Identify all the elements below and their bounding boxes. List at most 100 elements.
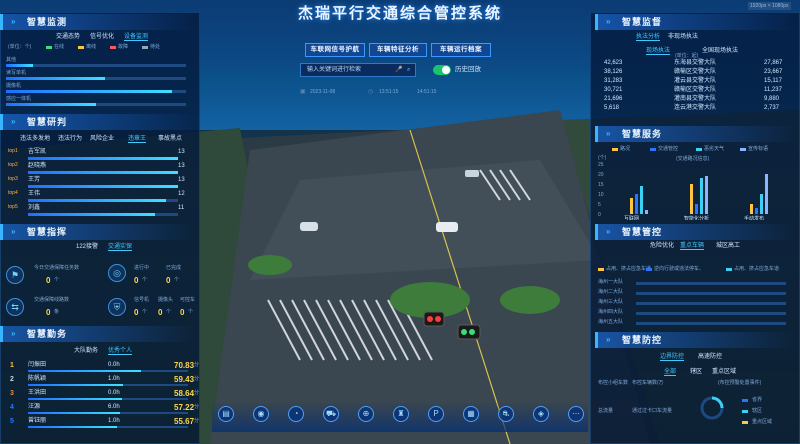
chevron-icon: » [11, 227, 17, 236]
rank-bar [28, 157, 178, 160]
tab-122-alarm[interactable]: 122接警 [76, 241, 98, 250]
tab-top-person[interactable]: 优秀个人 [108, 345, 133, 355]
score-bar-fill [28, 412, 120, 414]
score-bar [28, 412, 188, 414]
microphone-icon[interactable]: 🎤 [395, 67, 402, 73]
parking-icon[interactable]: P [428, 406, 444, 422]
time-to-field[interactable]: 14:51:15 [417, 90, 436, 95]
monitor-unit: (单位：个) [8, 44, 32, 50]
history-toggle[interactable] [433, 65, 451, 75]
control-section-title: » 智慧管控 [595, 224, 795, 240]
device-label: 其他 [6, 57, 17, 63]
time-from-field[interactable]: 13:51:15 [379, 90, 398, 95]
tab-violation-spot[interactable]: 违法多发地 [20, 133, 50, 142]
left-value: 38,126 [604, 69, 623, 75]
tab-enforcement[interactable]: 执法分析 [636, 31, 661, 41]
stat-label: 摄像头 [158, 297, 174, 303]
count-value: 11 [178, 205, 185, 211]
left-value: 30,721 [604, 87, 623, 93]
bar-交通管控 [635, 194, 638, 214]
control-bar [636, 322, 786, 325]
tab-urban[interactable]: 城区高工 [716, 240, 740, 249]
legend-swatch [740, 148, 746, 151]
signal-escort-button[interactable]: 车联网信号护航 [305, 43, 365, 57]
stat-label: 可控车 [180, 297, 196, 303]
speedometer-icon[interactable]: ◔ [288, 406, 304, 422]
more-icon[interactable]: ⋯ [568, 406, 584, 422]
legend-online: 在线 [54, 44, 65, 50]
duty-score: 55.67 [174, 417, 195, 426]
stat-unit: 个 [142, 277, 148, 283]
tab-risk-company[interactable]: 风险企业 [90, 133, 114, 142]
tab-key-area[interactable]: 重点区域 [712, 366, 736, 375]
legend-swatch [142, 46, 148, 49]
vehicle-icon[interactable]: ⛐ [498, 406, 514, 422]
legend-swatch [742, 421, 748, 424]
y-tick-label: 5 [598, 202, 601, 208]
score-bar [28, 384, 188, 386]
legend-swatch [110, 46, 116, 49]
team-name: 灌南县交警大队 [674, 96, 717, 102]
person-name: 刘鑫 [28, 205, 41, 211]
stat-label: 交通保障线路数 [34, 297, 70, 303]
tab-traffic-guard[interactable]: 交通实保 [108, 241, 133, 251]
vehicle-feature-button[interactable]: 车辆特征分析 [369, 43, 427, 57]
legend-emergency-2: 占用、挤占应急车道 [734, 266, 780, 272]
right-value: 27,867 [764, 60, 783, 66]
rank-label: top5 [8, 204, 18, 210]
tab-device[interactable]: 设备监测 [124, 31, 149, 41]
police-icon[interactable]: ♜ [393, 406, 409, 422]
y-tick-label: 10 [598, 192, 604, 198]
bar-路况 [690, 184, 693, 214]
camera-icon[interactable]: ◉ [253, 406, 269, 422]
tab-team-duty[interactable]: 大队勤务 [74, 345, 98, 354]
tab-violation-type[interactable]: 违法行为 [58, 133, 82, 142]
location-icon[interactable]: ◈ [533, 406, 549, 422]
vehicle-archive-button[interactable]: 车辆运行档案 [431, 43, 491, 57]
score-bar-fill [28, 370, 142, 372]
tab-traffic[interactable]: 交通态势 [56, 31, 80, 40]
car-icon[interactable]: ⛟ [323, 406, 339, 422]
tab-all[interactable]: 全部 [664, 366, 677, 376]
legend-swatch [742, 410, 748, 413]
tab-signal[interactable]: 信号优化 [90, 31, 114, 40]
chevron-icon: » [11, 117, 17, 126]
legend-swatch [598, 268, 604, 271]
tab-national[interactable]: 全国现场执法 [702, 45, 738, 54]
control-bar [636, 302, 786, 305]
chip-icon[interactable]: ▦ [463, 406, 479, 422]
stat-unit: 个 [174, 277, 180, 283]
y-tick-label: 0 [598, 212, 601, 218]
tab-highway[interactable]: 高速防控 [698, 351, 722, 360]
count-value: 12 [178, 191, 185, 197]
rank-badge: 1 [10, 362, 14, 369]
signal-icon[interactable]: ⊕ [358, 406, 374, 422]
tab-violator[interactable]: 违章王 [128, 133, 147, 143]
legend-pending: 待处 [150, 44, 161, 50]
prevent-legend-title: (布控预警处置事件) [718, 380, 762, 386]
device-bar [6, 103, 186, 106]
left-value: 5,618 [604, 105, 620, 111]
legend-reverse: 逆向行驶或违法停车、 [654, 266, 705, 272]
tab-district[interactable]: 辖区 [690, 366, 702, 375]
road-icon[interactable]: ▤ [218, 406, 234, 422]
duty-score: 59.43 [174, 375, 195, 384]
tab-onsite[interactable]: 现场执法 [646, 45, 671, 55]
tab-border[interactable]: 边界防控 [660, 351, 685, 361]
bar-宣传标语 [705, 176, 708, 214]
stat-value: 0 [134, 308, 139, 317]
legend-control: 交通管控 [658, 146, 679, 152]
date-field[interactable]: 2023-11-08 [310, 90, 335, 95]
tab-danger[interactable]: 危险优化 [650, 240, 674, 249]
tab-offsite[interactable]: 非现场执法 [668, 31, 698, 40]
tab-accident-spot[interactable]: 事故黑点 [158, 133, 182, 142]
progress-fill [6, 103, 96, 106]
duty-score: 70.83 [174, 361, 195, 370]
team-name: 海州三大队 [598, 299, 624, 305]
tab-key-vehicle[interactable]: 重点车辆 [680, 240, 705, 250]
prevent-section-title: » 智慧防控 [595, 332, 795, 348]
search-icon[interactable]: ⌕ [407, 67, 410, 73]
officer-name: 陈帆颖 [28, 376, 47, 382]
y-tick-label: 20 [598, 172, 604, 178]
right-value: 9,880 [764, 96, 780, 102]
